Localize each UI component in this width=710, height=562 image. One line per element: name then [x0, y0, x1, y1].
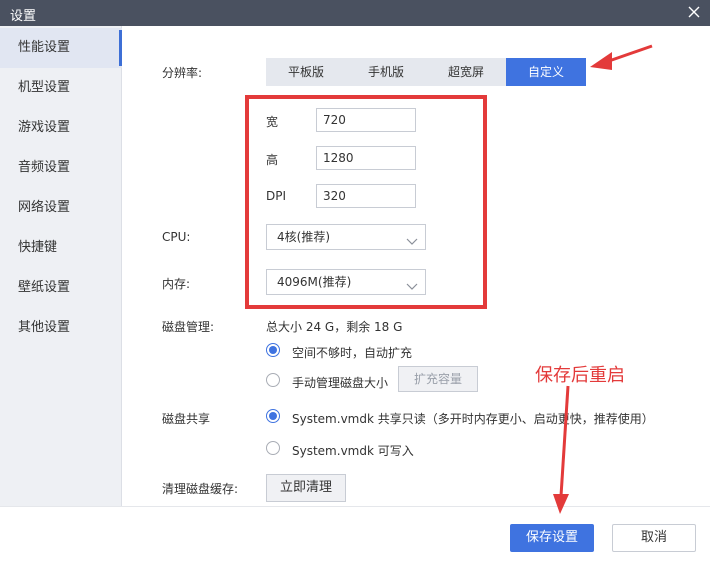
chevron-down-icon — [405, 276, 419, 290]
sidebar-item-wallpaper[interactable]: 壁纸设置 — [0, 268, 122, 308]
share-readonly-label[interactable]: System.vmdk 共享只读（多开时内存更小、启动更快，推荐使用） — [292, 410, 654, 427]
dialog-footer — [0, 506, 710, 562]
disk-auto-label[interactable]: 空间不够时，自动扩充 — [292, 344, 412, 361]
cancel-button[interactable]: 取消 — [612, 524, 696, 552]
settings-sidebar: 性能设置 机型设置 游戏设置 音频设置 网络设置 快捷键 壁纸设置 其他设置 — [0, 26, 122, 506]
expand-capacity-button[interactable]: 扩充容量 — [398, 366, 478, 392]
width-input[interactable] — [316, 108, 416, 132]
settings-content — [122, 26, 710, 506]
disk-auto-radio[interactable] — [266, 343, 280, 357]
disk-manual-radio[interactable] — [266, 373, 280, 387]
disk-share-label: 磁盘共享 — [162, 412, 211, 426]
width-label: 宽 — [266, 115, 279, 129]
sidebar-item-other[interactable]: 其他设置 — [0, 308, 122, 348]
dpi-label: DPI — [266, 189, 287, 203]
title-bar: 设置 — [0, 0, 710, 26]
sidebar-item-audio[interactable]: 音频设置 — [0, 148, 122, 188]
save-settings-button[interactable]: 保存设置 — [510, 524, 594, 552]
resolution-custom-button[interactable]: 自定义 — [506, 58, 586, 86]
memory-select-value: 4096M(推荐) — [277, 275, 352, 289]
share-writable-label[interactable]: System.vmdk 可写入 — [292, 442, 414, 459]
annotation-text: 保存后重启 — [535, 365, 625, 386]
resolution-label: 分辨率: — [162, 66, 203, 80]
sidebar-item-shortcuts[interactable]: 快捷键 — [0, 228, 122, 268]
sidebar-item-device-model[interactable]: 机型设置 — [0, 68, 122, 108]
window-title: 设置 — [10, 9, 37, 24]
cache-label: 清理磁盘缓存: — [162, 482, 239, 496]
height-input[interactable] — [316, 146, 416, 170]
sidebar-item-network[interactable]: 网络设置 — [0, 188, 122, 228]
share-readonly-radio[interactable] — [266, 409, 280, 423]
memory-label: 内存: — [162, 277, 191, 291]
cpu-select[interactable]: 4核(推荐) — [266, 224, 426, 250]
sidebar-item-performance[interactable]: 性能设置 — [0, 28, 122, 68]
height-label: 高 — [266, 153, 279, 167]
resolution-selector: 平板版 手机版 超宽屏 自定义 — [266, 58, 586, 86]
disk-manual-label[interactable]: 手动管理磁盘大小 — [292, 374, 388, 391]
clear-cache-button[interactable]: 立即清理 — [266, 474, 346, 502]
cpu-select-value: 4核(推荐) — [277, 230, 330, 244]
disk-label: 磁盘管理: — [162, 320, 215, 334]
share-writable-radio[interactable] — [266, 441, 280, 455]
cpu-label: CPU: — [162, 230, 191, 244]
memory-select[interactable]: 4096M(推荐) — [266, 269, 426, 295]
resolution-tablet-button[interactable]: 平板版 — [266, 58, 346, 86]
resolution-phone-button[interactable]: 手机版 — [346, 58, 426, 86]
dpi-input[interactable] — [316, 184, 416, 208]
chevron-down-icon — [405, 231, 419, 245]
sidebar-item-game[interactable]: 游戏设置 — [0, 108, 122, 148]
disk-size-info: 总大小 24 G，剩余 18 G — [266, 320, 403, 334]
close-icon[interactable] — [684, 2, 704, 22]
resolution-ultrawide-button[interactable]: 超宽屏 — [426, 58, 506, 86]
